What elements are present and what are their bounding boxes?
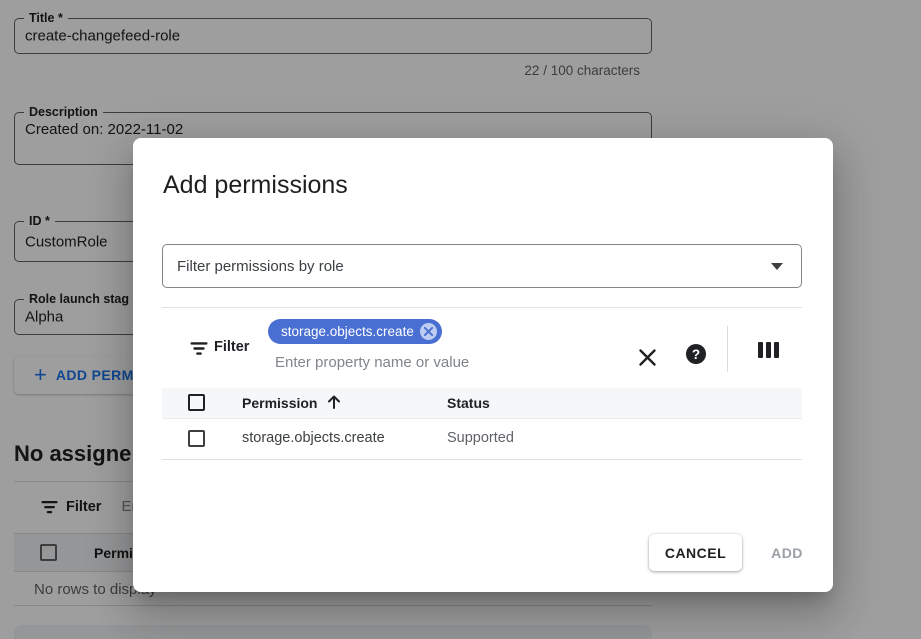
add-permissions-dialog: Add permissions Filter permissions by ro…: [133, 138, 833, 592]
filter-permissions-by-role-dropdown[interactable]: Filter permissions by role: [162, 244, 802, 288]
add-button[interactable]: ADD: [756, 534, 818, 571]
cancel-button[interactable]: CANCEL: [649, 534, 742, 571]
table-row[interactable]: storage.objects.create Supported: [162, 419, 802, 460]
select-all-checkbox[interactable]: [188, 394, 205, 411]
filter-chip-storage-objects-create[interactable]: storage.objects.create: [268, 319, 442, 344]
dialog-title: Add permissions: [163, 171, 348, 200]
column-display-options-icon[interactable]: [758, 342, 779, 358]
permission-column-header[interactable]: Permission: [242, 395, 317, 411]
filter-input[interactable]: [275, 350, 605, 374]
row-permission-value: storage.objects.create: [242, 430, 385, 446]
filter-chip-label: storage.objects.create: [281, 324, 414, 339]
create-role-screen: Title * create-changefeed-role 22 / 100 …: [0, 0, 921, 639]
dropdown-placeholder: Filter permissions by role: [177, 258, 771, 275]
sort-ascending-icon[interactable]: [326, 393, 342, 410]
clear-filter-icon[interactable]: [634, 344, 660, 370]
chip-remove-icon[interactable]: [420, 323, 437, 340]
dialog-filter-label: Filter: [214, 339, 249, 355]
dialog-table-header: Permission Status: [162, 388, 802, 419]
chevron-down-icon: [771, 263, 783, 270]
help-icon[interactable]: ?: [686, 344, 706, 364]
status-column-header[interactable]: Status: [447, 395, 490, 411]
vertical-divider: [727, 326, 728, 372]
divider: [162, 307, 802, 308]
filter-icon: [190, 341, 208, 356]
row-status-value: Supported: [447, 430, 514, 446]
row-checkbox[interactable]: [188, 430, 205, 447]
